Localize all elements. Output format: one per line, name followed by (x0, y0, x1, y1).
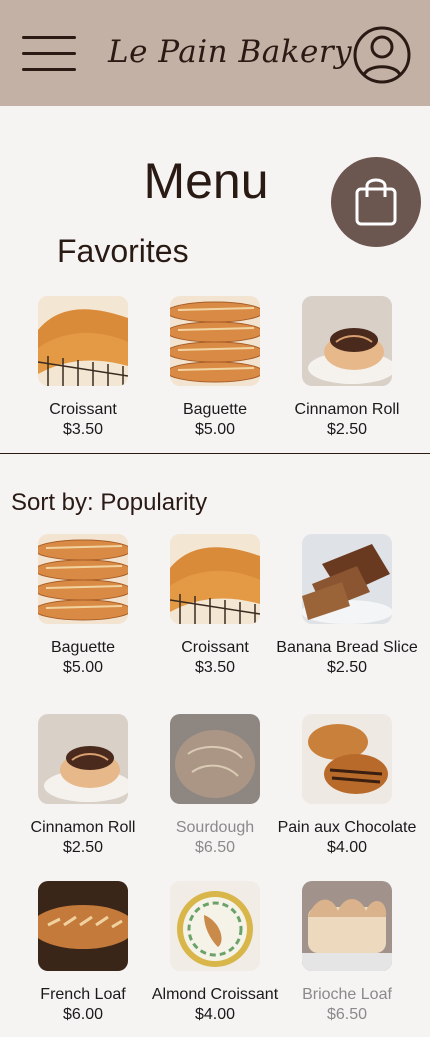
almond-croissant-image (170, 881, 260, 971)
brioche-loaf-image (302, 881, 392, 971)
baguette-image (170, 296, 260, 386)
menu_items-item-banana-bread[interactable]: Banana Bread Slice $2.50 (267, 534, 427, 678)
brand-logo: Le Pain Bakery (108, 34, 353, 70)
item-name: Banana Bread Slice (276, 639, 418, 656)
item-name: Pain aux Chocolate (277, 819, 417, 836)
item-name: Brioche Loaf (302, 986, 392, 1003)
cinnamon-roll-image (302, 296, 392, 386)
sourdough-image (170, 714, 260, 804)
item-price: $2.50 (326, 421, 368, 438)
item-price: $2.50 (326, 659, 368, 676)
cinnamon-roll-image (38, 714, 128, 804)
hamburger-menu-icon[interactable] (22, 36, 76, 72)
favorites-item-cinnamon-roll[interactable]: Cinnamon Roll $2.50 (267, 296, 427, 440)
banana-bread-image (302, 534, 392, 624)
item-price: $4.00 (326, 839, 368, 856)
baguette-image (38, 534, 128, 624)
favorites-heading: Favorites (57, 233, 189, 269)
menu_items-item-brioche-loaf[interactable]: Brioche Loaf $6.50 (267, 881, 427, 1025)
item-price: $6.50 (326, 1006, 368, 1023)
croissant-image (170, 534, 260, 624)
french-loaf-image (38, 881, 128, 971)
shopping-bag-icon (355, 178, 397, 226)
section-divider (0, 453, 430, 454)
pain-au-chocolat-image (302, 714, 392, 804)
profile-icon[interactable] (353, 24, 411, 86)
item-name: Cinnamon Roll (294, 401, 400, 418)
app-header: Le Pain Bakery (0, 0, 430, 106)
croissant-image (38, 296, 128, 386)
shopping-bag-button[interactable] (331, 157, 421, 247)
menu_items-item-pain-au-chocolat[interactable]: Pain aux Chocolate $4.00 (267, 714, 427, 858)
sort-dropdown[interactable]: Sort by: Popularity (11, 489, 207, 517)
